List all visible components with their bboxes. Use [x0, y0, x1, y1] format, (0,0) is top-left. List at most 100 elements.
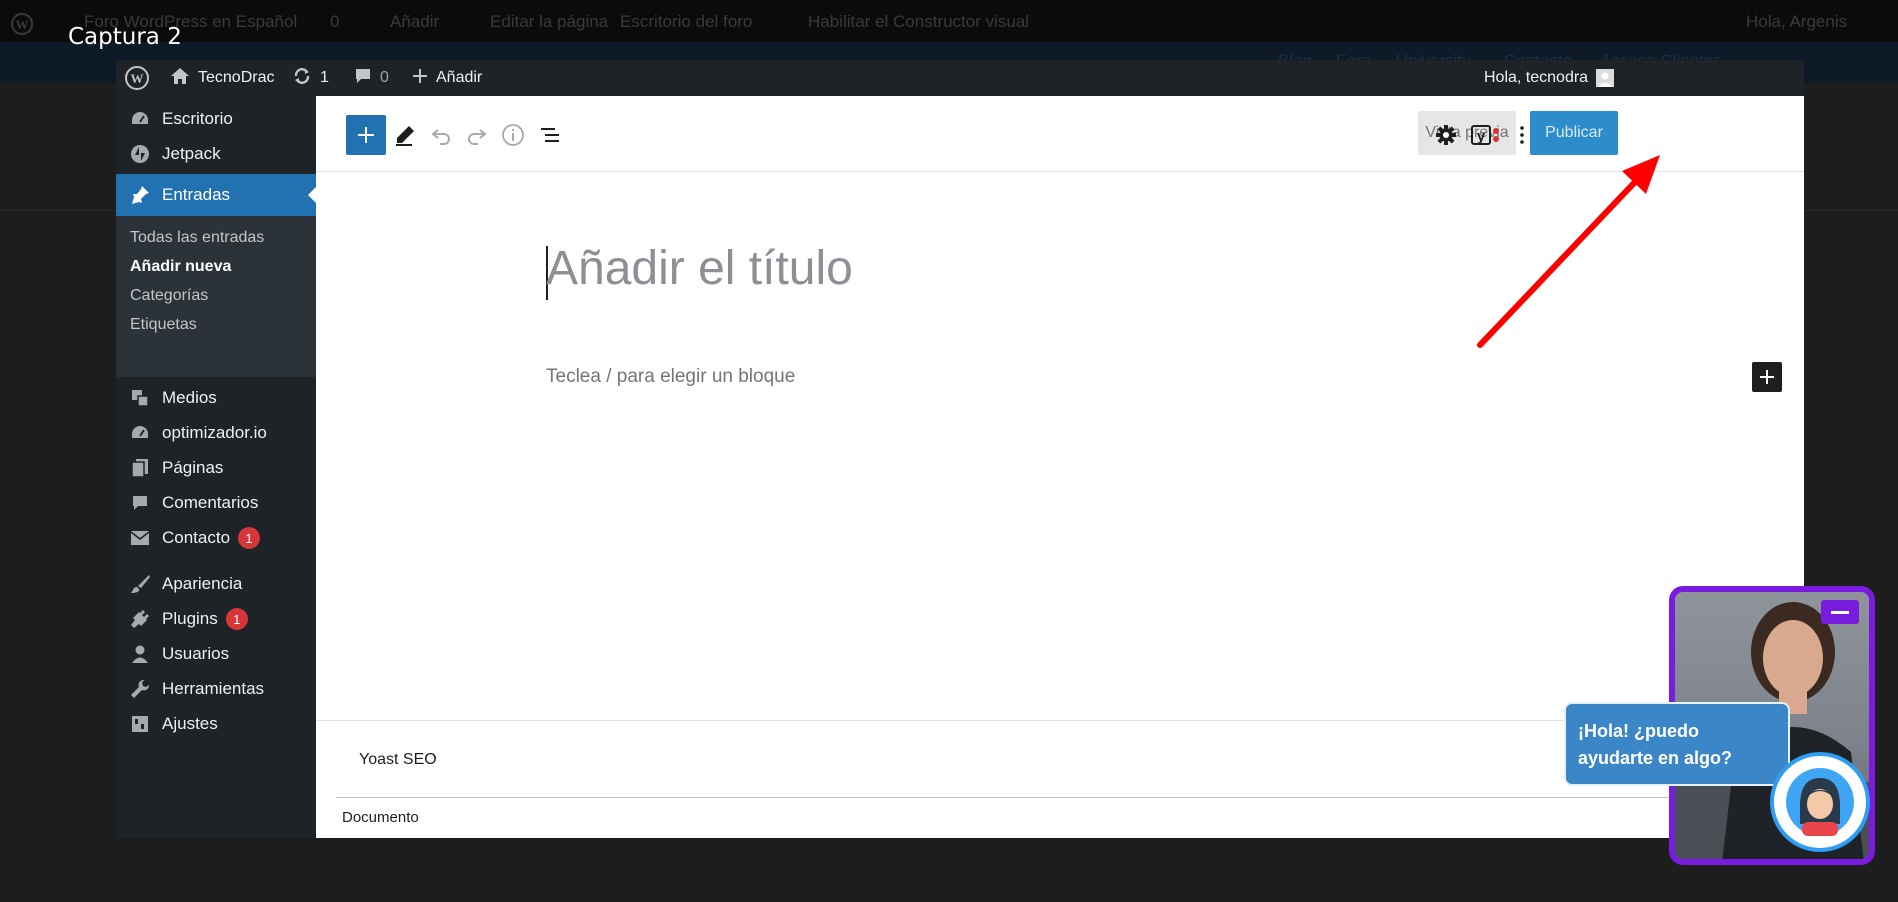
- yoast-icon[interactable]: y: [1466, 115, 1506, 155]
- sidebar-item-label: optimizador.io: [162, 423, 267, 442]
- svg-text:y: y: [1477, 128, 1486, 145]
- updates-link[interactable]: 1: [292, 60, 329, 96]
- chat-greeting-bubble[interactable]: ¡Hola! ¿puedo ayudarte en algo?: [1564, 702, 1790, 786]
- sidebar-item-plugins[interactable]: Plugins 1: [116, 599, 316, 639]
- comment-icon: [126, 494, 154, 512]
- sidebar-item-entradas[interactable]: Entradas: [116, 174, 317, 216]
- submenu-item-categories[interactable]: Categorías: [130, 287, 208, 305]
- sidebar-item-label: Comentarios: [162, 493, 259, 512]
- pages-icon: [126, 458, 154, 478]
- sidebar-item-label: Ajustes: [162, 714, 218, 733]
- background-admin-bar: W Foro WordPress en Español 0 Añadir Edi…: [0, 0, 1898, 42]
- minimize-button[interactable]: [1821, 600, 1859, 624]
- chat-greeting-line: ¡Hola! ¿puedo: [1578, 721, 1699, 741]
- greeting: Hola, tecnodra: [1484, 69, 1589, 86]
- svg-text:W: W: [16, 17, 29, 32]
- notification-badge: 1: [225, 608, 248, 630]
- more-options-icon[interactable]: [1510, 115, 1534, 155]
- wordpress-logo-icon[interactable]: W: [124, 60, 150, 96]
- wordpress-editor-screenshot: W TecnoDrac 1 0 Añadir Hola, tecnodra Es…: [116, 60, 1804, 838]
- agent-avatar-icon: [1786, 768, 1854, 836]
- svg-text:W: W: [131, 71, 144, 86]
- sidebar-item-ajustes[interactable]: Ajustes: [116, 704, 316, 744]
- pin-icon: [126, 185, 154, 205]
- add-new-label: Añadir: [436, 69, 483, 86]
- sidebar-item-label: Contacto: [162, 528, 231, 547]
- info-icon[interactable]: [496, 118, 530, 152]
- sidebar-item-comentarios[interactable]: Comentarios: [116, 483, 316, 523]
- background-greeting: Hola, Argenis: [1746, 12, 1848, 31]
- background-edit-page: Editar la página: [490, 12, 609, 31]
- comment-icon: [354, 67, 372, 90]
- background-visual-builder: Habilitar el Constructor visual: [808, 12, 1030, 31]
- submenu-item-all-posts[interactable]: Todas las entradas: [130, 229, 264, 247]
- undo-icon[interactable]: [424, 118, 458, 152]
- sidebar-item-label: Medios: [162, 388, 217, 407]
- account-menu[interactable]: Hola, tecnodra: [1484, 60, 1615, 96]
- refresh-icon: [292, 66, 312, 91]
- meta-divider: [336, 797, 1804, 798]
- brush-icon: [126, 574, 154, 594]
- settings-gear-icon[interactable]: [1426, 115, 1466, 155]
- plus-icon: [1760, 370, 1774, 384]
- comments-count: 0: [380, 69, 389, 86]
- sidebar-item-label: Jetpack: [162, 144, 221, 163]
- sidebar-item-label: Entradas: [162, 185, 231, 204]
- sidebar-item-apariencia[interactable]: Apariencia: [116, 564, 316, 604]
- sidebar-item-label: Escritorio: [162, 109, 233, 128]
- submenu-item-tags[interactable]: Etiquetas: [130, 316, 197, 334]
- dashboard-icon: [126, 110, 154, 128]
- sidebar-item-herramientas[interactable]: Herramientas: [116, 669, 316, 709]
- yoast-seo-panel-title[interactable]: Yoast SEO: [359, 751, 437, 769]
- sidebar-item-paginas[interactable]: Páginas: [116, 448, 316, 488]
- background-forum-dashboard: Escritorio del foro: [620, 12, 753, 31]
- pencil-icon[interactable]: [388, 118, 422, 152]
- sidebar-item-label: Herramientas: [162, 679, 265, 698]
- sidebar-item-jetpack[interactable]: Jetpack: [116, 134, 316, 174]
- sidebar-item-label: Plugins: [162, 609, 218, 628]
- media-icon: [126, 388, 154, 408]
- home-icon: [170, 67, 190, 90]
- chat-agent-avatar[interactable]: [1770, 752, 1870, 852]
- post-title-input[interactable]: Añadir el título: [546, 241, 853, 296]
- sidebar-item-label: Apariencia: [162, 574, 243, 593]
- chat-greeting-line: ayudarte en algo?: [1578, 748, 1733, 768]
- document-breadcrumb[interactable]: Documento: [342, 809, 419, 826]
- wrench-icon: [126, 679, 154, 699]
- sidebar-item-usuarios[interactable]: Usuarios: [116, 634, 316, 674]
- site-name-link[interactable]: TecnoDrac: [170, 60, 274, 96]
- background-comments-count: 0: [330, 12, 340, 31]
- user-avatar-icon: [1596, 69, 1615, 87]
- sidebar-item-contacto[interactable]: Contacto 1: [116, 518, 316, 558]
- publish-button[interactable]: Publicar: [1530, 111, 1618, 155]
- jetpack-icon: [126, 144, 154, 164]
- minus-icon: [1831, 610, 1849, 614]
- editor-toolbar: Vista previa Publicar y: [316, 96, 1804, 172]
- admin-bar: W TecnoDrac 1 0 Añadir Hola, tecnodra: [116, 60, 1804, 96]
- comments-link[interactable]: 0: [354, 60, 389, 96]
- entradas-submenu: Todas las entradas Añadir nueva Categorí…: [116, 216, 316, 377]
- redo-icon[interactable]: [460, 118, 494, 152]
- list-view-icon[interactable]: [534, 118, 568, 152]
- updates-count: 1: [320, 69, 329, 86]
- site-name: TecnoDrac: [198, 69, 275, 86]
- add-block-button[interactable]: [346, 115, 386, 155]
- sidebar-item-label: Usuarios: [162, 644, 230, 663]
- background-wordpress-icon: W: [10, 12, 34, 41]
- plus-icon: [358, 127, 374, 143]
- sidebar-item-medios[interactable]: Medios: [116, 378, 316, 418]
- submenu-item-add-new[interactable]: Añadir nueva: [130, 258, 231, 276]
- background-add-new: Añadir: [390, 12, 440, 31]
- plus-icon: [412, 68, 428, 89]
- mail-icon: [126, 530, 154, 546]
- sidebar-item-escritorio[interactable]: Escritorio: [116, 99, 316, 139]
- sidebar-item-label: Páginas: [162, 458, 224, 477]
- inline-add-block-button[interactable]: [1752, 362, 1782, 392]
- block-placeholder[interactable]: Teclea / para elegir un bloque: [546, 366, 795, 388]
- dashboard-icon: [126, 424, 154, 442]
- sidebar-item-optimizador[interactable]: optimizador.io: [116, 413, 316, 453]
- add-new-link[interactable]: Añadir: [412, 60, 482, 96]
- user-icon: [126, 644, 154, 664]
- caption-label: Captura 2: [68, 24, 182, 50]
- admin-sidebar: Escritorio Jetpack Entradas Todas las en…: [116, 96, 317, 838]
